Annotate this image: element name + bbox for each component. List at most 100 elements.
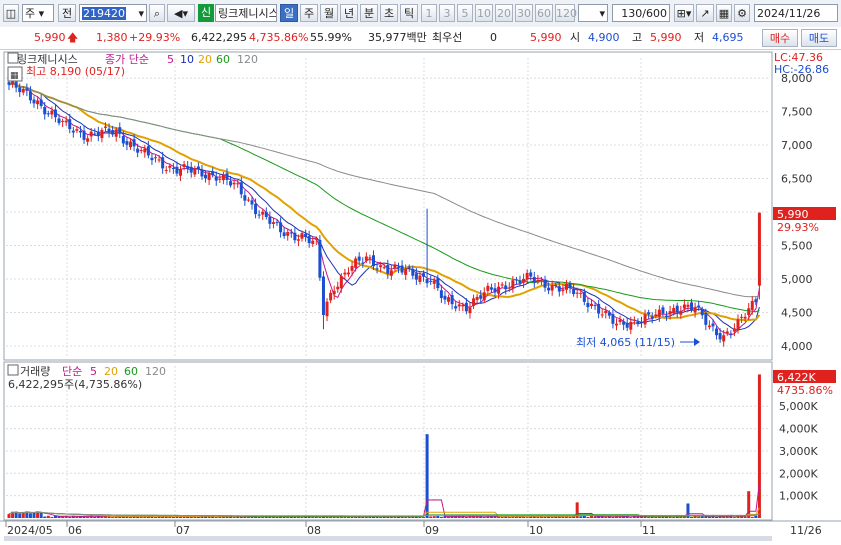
volume-bar — [432, 516, 436, 518]
candle-body — [236, 183, 240, 185]
volume-bar — [39, 512, 43, 518]
date-field[interactable]: 2024/11/26 — [754, 4, 838, 22]
tab-daily[interactable]: 일 — [280, 4, 298, 22]
tab-minute[interactable]: 분 — [360, 4, 378, 22]
volume-bar — [439, 516, 443, 518]
stock-code-input[interactable]: 219420 ▾ — [79, 4, 147, 22]
tab-tick[interactable]: 틱 — [400, 4, 418, 22]
high-label: 고 — [632, 31, 643, 44]
candle-body — [429, 280, 433, 282]
candle-body — [168, 165, 172, 168]
candle-body — [61, 120, 65, 122]
candle-body — [497, 286, 501, 294]
market-select[interactable]: 주 ▾ — [22, 4, 54, 22]
volume-bar — [750, 516, 754, 518]
minute-option-3[interactable]: 3 — [439, 4, 455, 22]
price-tick-label: 5,000 — [781, 273, 813, 286]
volume-bar — [43, 516, 47, 518]
tab-monthly[interactable]: 월 — [320, 4, 338, 22]
volume-bar — [128, 516, 132, 518]
candle-body — [361, 262, 365, 264]
candle-body — [679, 310, 683, 315]
tab-yearly[interactable]: 년 — [340, 4, 358, 22]
tab-second[interactable]: 초 — [380, 4, 398, 22]
candle-body — [275, 222, 279, 224]
candle-body — [368, 257, 372, 259]
candle-body — [632, 319, 636, 321]
layout-icon[interactable]: ▦ — [716, 4, 732, 22]
volume-bar — [447, 516, 451, 518]
buy-button[interactable]: 매수 — [762, 29, 798, 47]
stock-name-field[interactable]: 링크제니시스 — [215, 4, 277, 22]
sell-button[interactable]: 매도 — [801, 29, 837, 47]
candle-body — [86, 138, 90, 142]
candle-body — [286, 232, 290, 236]
sound-icon[interactable]: ◀▾ — [167, 4, 195, 22]
candle-body — [268, 216, 272, 224]
count-field[interactable]: 130/600 — [612, 4, 670, 22]
candle-body — [454, 306, 458, 309]
volume-bar — [7, 513, 11, 518]
candle-body — [139, 150, 143, 152]
candle-body — [64, 120, 68, 123]
volume-bar — [250, 516, 254, 518]
volume-bar — [154, 516, 158, 518]
open-label: 시 — [570, 31, 581, 44]
custom-period-select[interactable]: ▾ — [578, 4, 608, 22]
candle-body — [757, 212, 761, 286]
candle-body — [261, 211, 265, 215]
x-tick-label: 07 — [176, 524, 190, 537]
minute-option-30[interactable]: 30 — [515, 4, 533, 22]
candle-body — [332, 290, 336, 295]
draw-tool-icon[interactable]: ↗ — [696, 4, 714, 22]
chevron-down-icon[interactable]: ▾ — [138, 5, 144, 23]
candle-body — [71, 130, 75, 133]
candle-body — [557, 286, 561, 292]
volume-bar — [654, 516, 658, 518]
candle-body — [179, 169, 183, 176]
candle-body — [514, 279, 518, 281]
candle-body — [154, 157, 158, 159]
candle-body — [729, 333, 733, 335]
candle-body — [736, 319, 740, 331]
tab-weekly[interactable]: 주 — [300, 4, 318, 22]
candle-body — [457, 304, 461, 307]
candle-body — [161, 157, 165, 169]
candle-body — [68, 119, 72, 130]
candle-body — [475, 296, 479, 301]
chart-area[interactable]: 링크제니시스 종가 단순 5 10 20 60 120 최고 8,190 (05… — [0, 50, 841, 542]
gear-icon[interactable]: ⚙ — [734, 4, 750, 22]
minute-option-5[interactable]: 5 — [457, 4, 473, 22]
candle-body — [146, 146, 150, 156]
toolbar: ◫ 주 ▾ 전 219420 ▾ ⌕ ◀▾ 신 링크제니시스 일 주 월 년 분 … — [0, 0, 841, 28]
candle-body — [550, 285, 554, 291]
volume-bar — [629, 517, 633, 518]
candle-body — [118, 127, 122, 134]
chart-type-icon[interactable]: ⊞▾ — [674, 4, 694, 22]
candle-body — [193, 168, 197, 175]
candle-body — [389, 270, 393, 276]
ma-label-5: 5 — [167, 53, 174, 66]
volume-bar — [28, 513, 32, 518]
minute-option-1[interactable]: 1 — [421, 4, 437, 22]
candle-body — [572, 288, 576, 295]
stock-chart[interactable]: 링크제니시스 종가 단순 5 10 20 60 120 최고 8,190 (05… — [0, 50, 841, 542]
minute-option-60[interactable]: 60 — [535, 4, 553, 22]
candle-body — [229, 181, 233, 186]
volume-bar — [561, 516, 565, 518]
window-menu-icon[interactable]: ◫ — [3, 4, 19, 22]
candle-body — [532, 276, 536, 283]
prev-button[interactable]: 전 — [58, 4, 76, 22]
minute-option-120[interactable]: 120 — [555, 4, 577, 22]
volume-legend-simple: 단순 — [62, 365, 82, 378]
volume-bar — [690, 516, 694, 518]
search-icon[interactable]: ⌕ — [149, 4, 165, 22]
minute-option-10[interactable]: 10 — [475, 4, 493, 22]
candle-body — [250, 200, 254, 205]
volume-bar — [18, 513, 22, 518]
candle-body — [468, 307, 472, 314]
chart-scrollbar[interactable] — [4, 536, 772, 541]
volume-bar — [46, 515, 50, 518]
minute-option-20[interactable]: 20 — [495, 4, 513, 22]
price-tick-label: 7,500 — [781, 106, 813, 119]
